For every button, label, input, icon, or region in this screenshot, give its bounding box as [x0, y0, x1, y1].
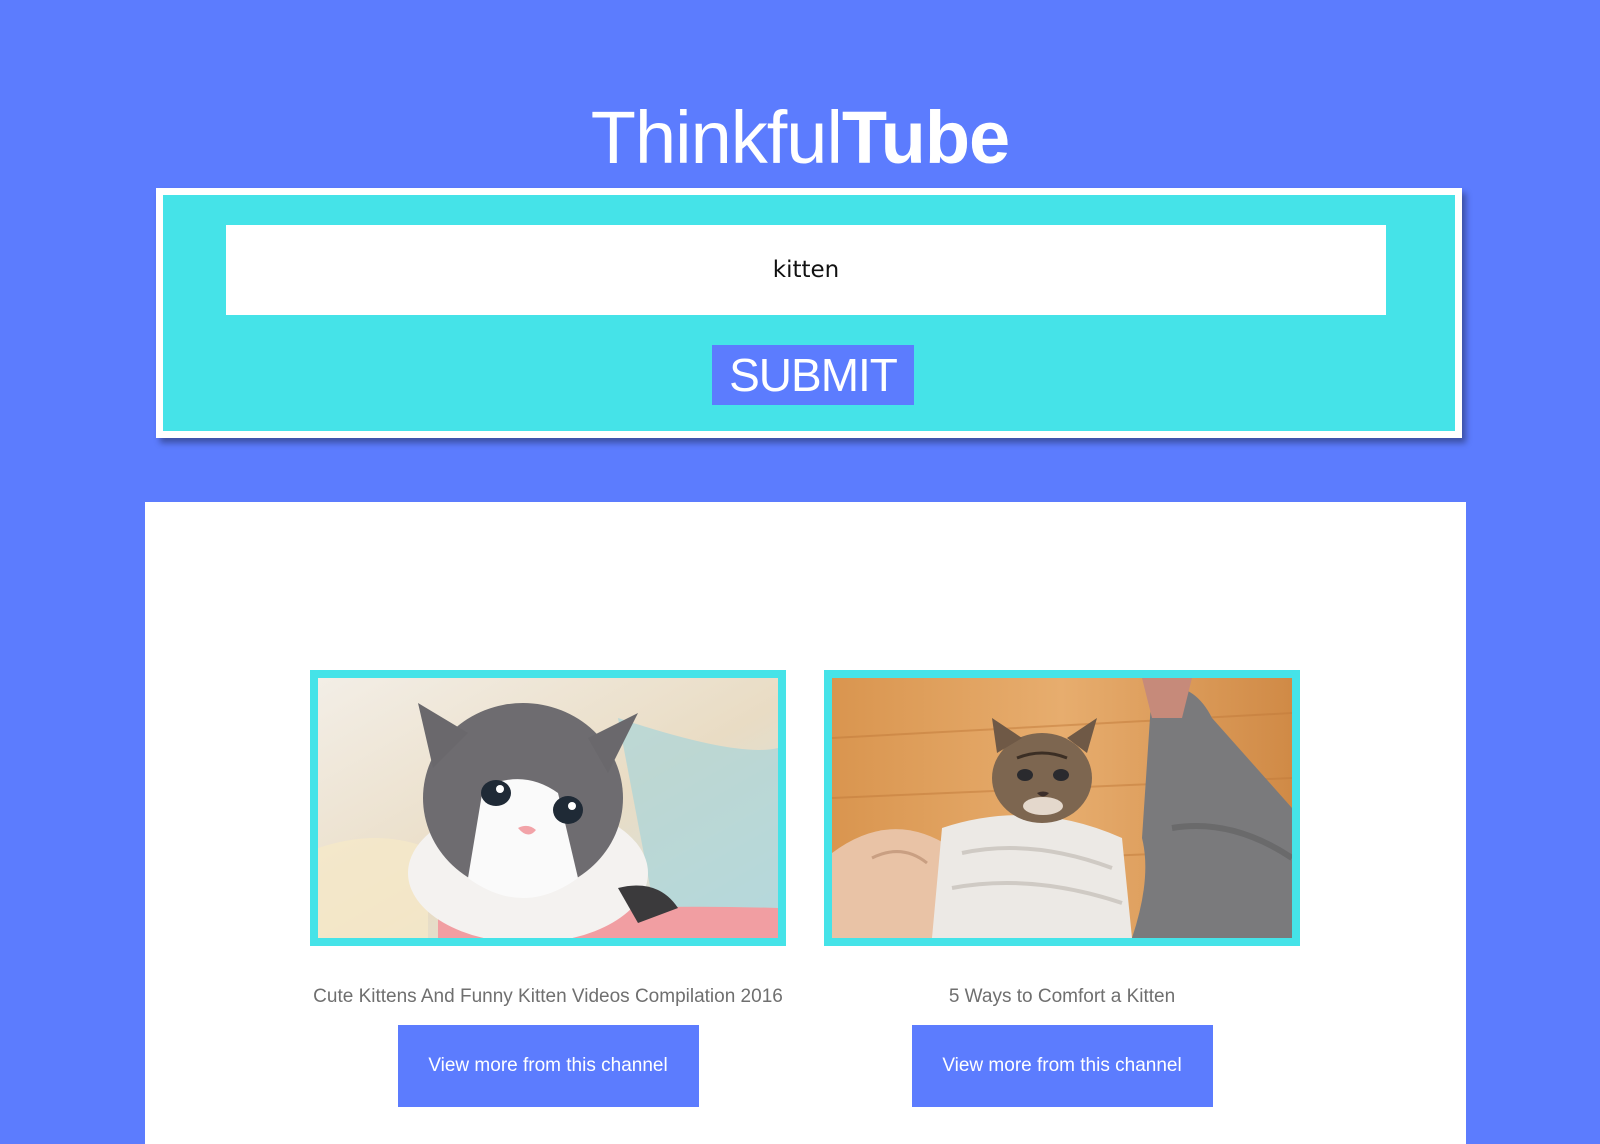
video-card: Cute Kittens And Funny Kitten Videos Com… [310, 670, 786, 1107]
search-input[interactable] [226, 225, 1386, 315]
app-title-thinkful: Thinkful [590, 95, 843, 179]
video-title[interactable]: Cute Kittens And Funny Kitten Videos Com… [310, 985, 786, 1009]
submit-button[interactable]: SUBMIT [712, 345, 914, 405]
video-card: 5 Ways to Comfort a Kitten View more fro… [824, 670, 1300, 1107]
app-title: ThinkfulTube [0, 90, 1600, 186]
kitten-thumbnail-image [832, 678, 1292, 938]
view-channel-button[interactable]: View more from this channel [911, 1025, 1213, 1107]
search-form: SUBMIT [156, 188, 1462, 438]
video-thumbnail[interactable] [824, 670, 1300, 946]
kitten-thumbnail-image [318, 678, 778, 938]
video-title[interactable]: 5 Ways to Comfort a Kitten [824, 985, 1300, 1009]
app-title-tube: Tube [841, 95, 1010, 179]
video-thumbnail[interactable] [310, 670, 786, 946]
view-channel-button[interactable]: View more from this channel [397, 1025, 699, 1107]
results-panel: Cute Kittens And Funny Kitten Videos Com… [145, 502, 1466, 1144]
